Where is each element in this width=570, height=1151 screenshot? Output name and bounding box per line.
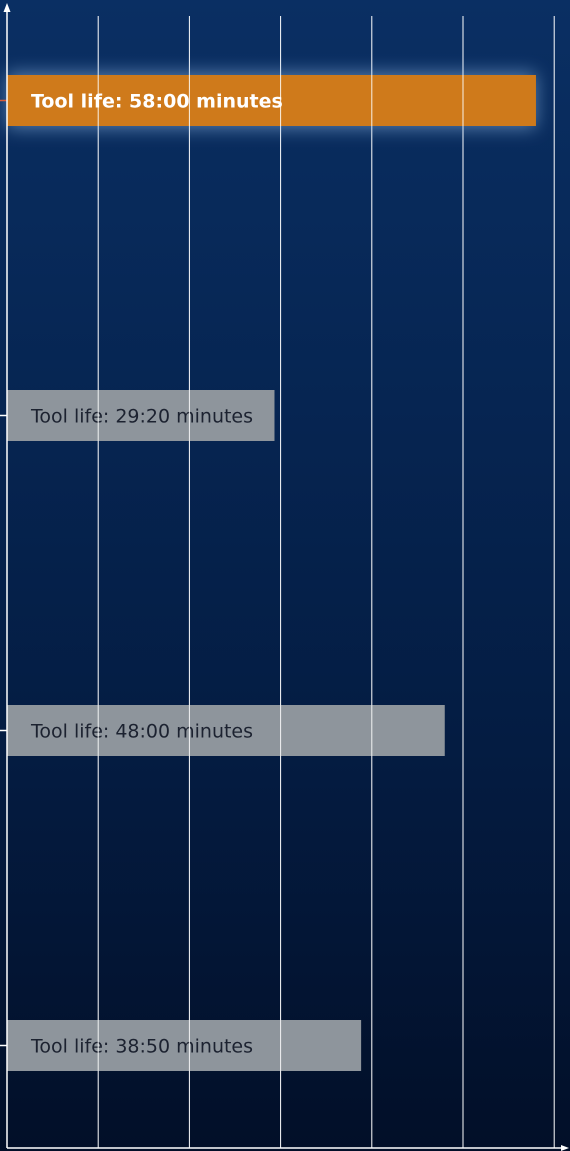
gridlines bbox=[97, 16, 555, 1148]
bar-label: Tool life: 58:00 minutes bbox=[31, 91, 283, 113]
axes bbox=[0, 3, 569, 1151]
bar-label: Tool life: 29:20 minutes bbox=[30, 406, 253, 428]
bar-label: Tool life: 38:50 minutes bbox=[30, 1036, 253, 1058]
chart-canvas: Tool life: 58:00 minutes Tool life: 29:20… bbox=[0, 3, 569, 1151]
tool-life-chart: Tool life: 58:00 minutes Tool life: 29:20… bbox=[0, 0, 570, 1151]
bars: Tool life: 58:00 minutes Tool life: 29:20… bbox=[7, 73, 536, 1071]
x-axis-arrow bbox=[561, 1145, 569, 1151]
bar-label: Tool life: 48:00 minutes bbox=[30, 721, 253, 743]
y-axis-arrow bbox=[3, 3, 11, 12]
